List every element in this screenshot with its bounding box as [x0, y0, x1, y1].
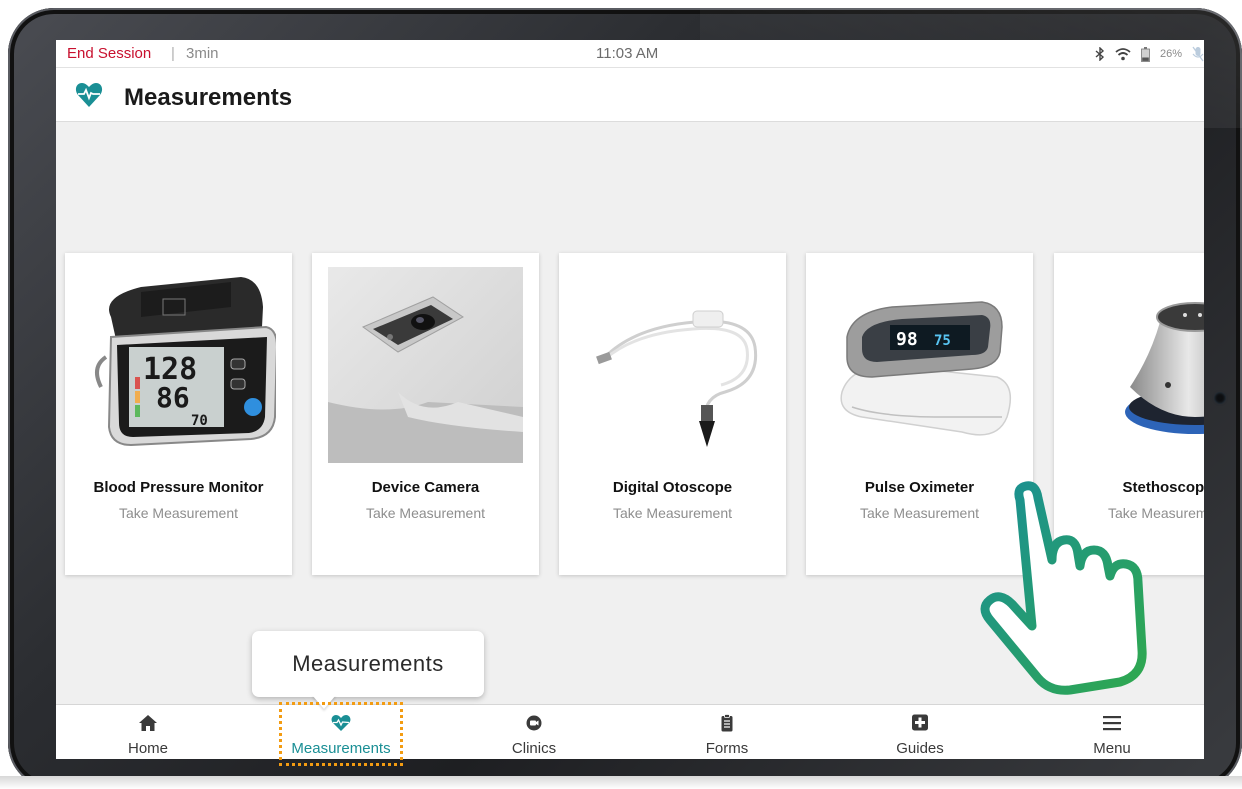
card-title: Device Camera	[371, 479, 480, 496]
device-camera-image	[328, 267, 523, 463]
nav-label: Clinics	[511, 740, 557, 757]
camera-lens	[1214, 392, 1226, 404]
digital-otoscope-image	[596, 310, 758, 447]
medical-plus-icon	[912, 714, 928, 731]
bottom-nav: Home Measurements Clinics Forms Guides M…	[56, 704, 1204, 759]
status-icons: 26%	[1095, 44, 1204, 64]
nav-label: Menu	[1093, 740, 1131, 757]
bp-dia-value: 86	[156, 381, 190, 414]
mic-muted-icon	[1192, 46, 1204, 62]
measurements-tooltip: Measurements	[252, 631, 484, 697]
nav-label: Home	[127, 740, 168, 757]
pulse-oximeter-image: 98 75	[840, 301, 1012, 436]
nav-guides[interactable]: Guides	[830, 705, 1010, 759]
status-separator: |	[171, 45, 175, 62]
stethoscope-image	[1125, 302, 1204, 434]
take-measurement-link[interactable]: Take Measurement	[312, 505, 539, 521]
page-title: Measurements	[124, 84, 293, 111]
nav-clinics[interactable]: Clinics	[444, 705, 624, 759]
oximeter-pulse-value: 75	[934, 333, 951, 349]
card-blood-pressure-monitor[interactable]: 128 86 70 Blood Pressure Monitor Take Me…	[65, 253, 292, 575]
bp-pul-value: 70	[191, 413, 208, 429]
oximeter-spo2-value: 98	[896, 329, 918, 350]
nav-highlight-box	[279, 702, 403, 766]
heart-pulse-icon	[75, 83, 103, 107]
video-icon	[526, 715, 542, 731]
clock: 11:03 AM	[596, 45, 659, 62]
status-bar: End Session | 3min 11:03 AM 26%	[56, 40, 1204, 68]
tooltip-text: Measurements	[292, 651, 444, 676]
floor-shadow	[0, 776, 1242, 789]
tap-hand-icon	[980, 481, 1147, 695]
card-device-camera[interactable]: Device Camera Take Measurement	[312, 253, 539, 575]
card-title: Digital Otoscope	[612, 479, 733, 496]
card-digital-otoscope[interactable]: Digital Otoscope Take Measurement	[559, 253, 786, 575]
clipboard-icon	[721, 714, 733, 732]
take-measurement-link[interactable]: Take Measurement	[559, 505, 786, 521]
battery-icon	[1141, 46, 1150, 62]
card-title: Blood Pressure Monitor	[93, 479, 264, 496]
nav-label: Guides	[896, 740, 944, 757]
nav-home[interactable]: Home	[58, 705, 238, 759]
session-time: 3min	[186, 45, 219, 62]
page-header: Measurements	[56, 68, 1204, 122]
home-icon	[139, 715, 157, 731]
nav-forms[interactable]: Forms	[637, 705, 817, 759]
wifi-icon	[1115, 47, 1131, 60]
bluetooth-icon	[1095, 47, 1104, 61]
battery-percent: 26%	[1159, 48, 1182, 60]
end-session-link[interactable]: End Session	[67, 45, 151, 62]
nav-menu[interactable]: Menu	[1022, 705, 1202, 759]
nav-label: Forms	[705, 740, 749, 757]
take-measurement-link[interactable]: Take Measurement	[65, 505, 292, 521]
blood-pressure-monitor-image: 128 86 70	[95, 277, 276, 447]
hamburger-icon	[1103, 716, 1121, 731]
